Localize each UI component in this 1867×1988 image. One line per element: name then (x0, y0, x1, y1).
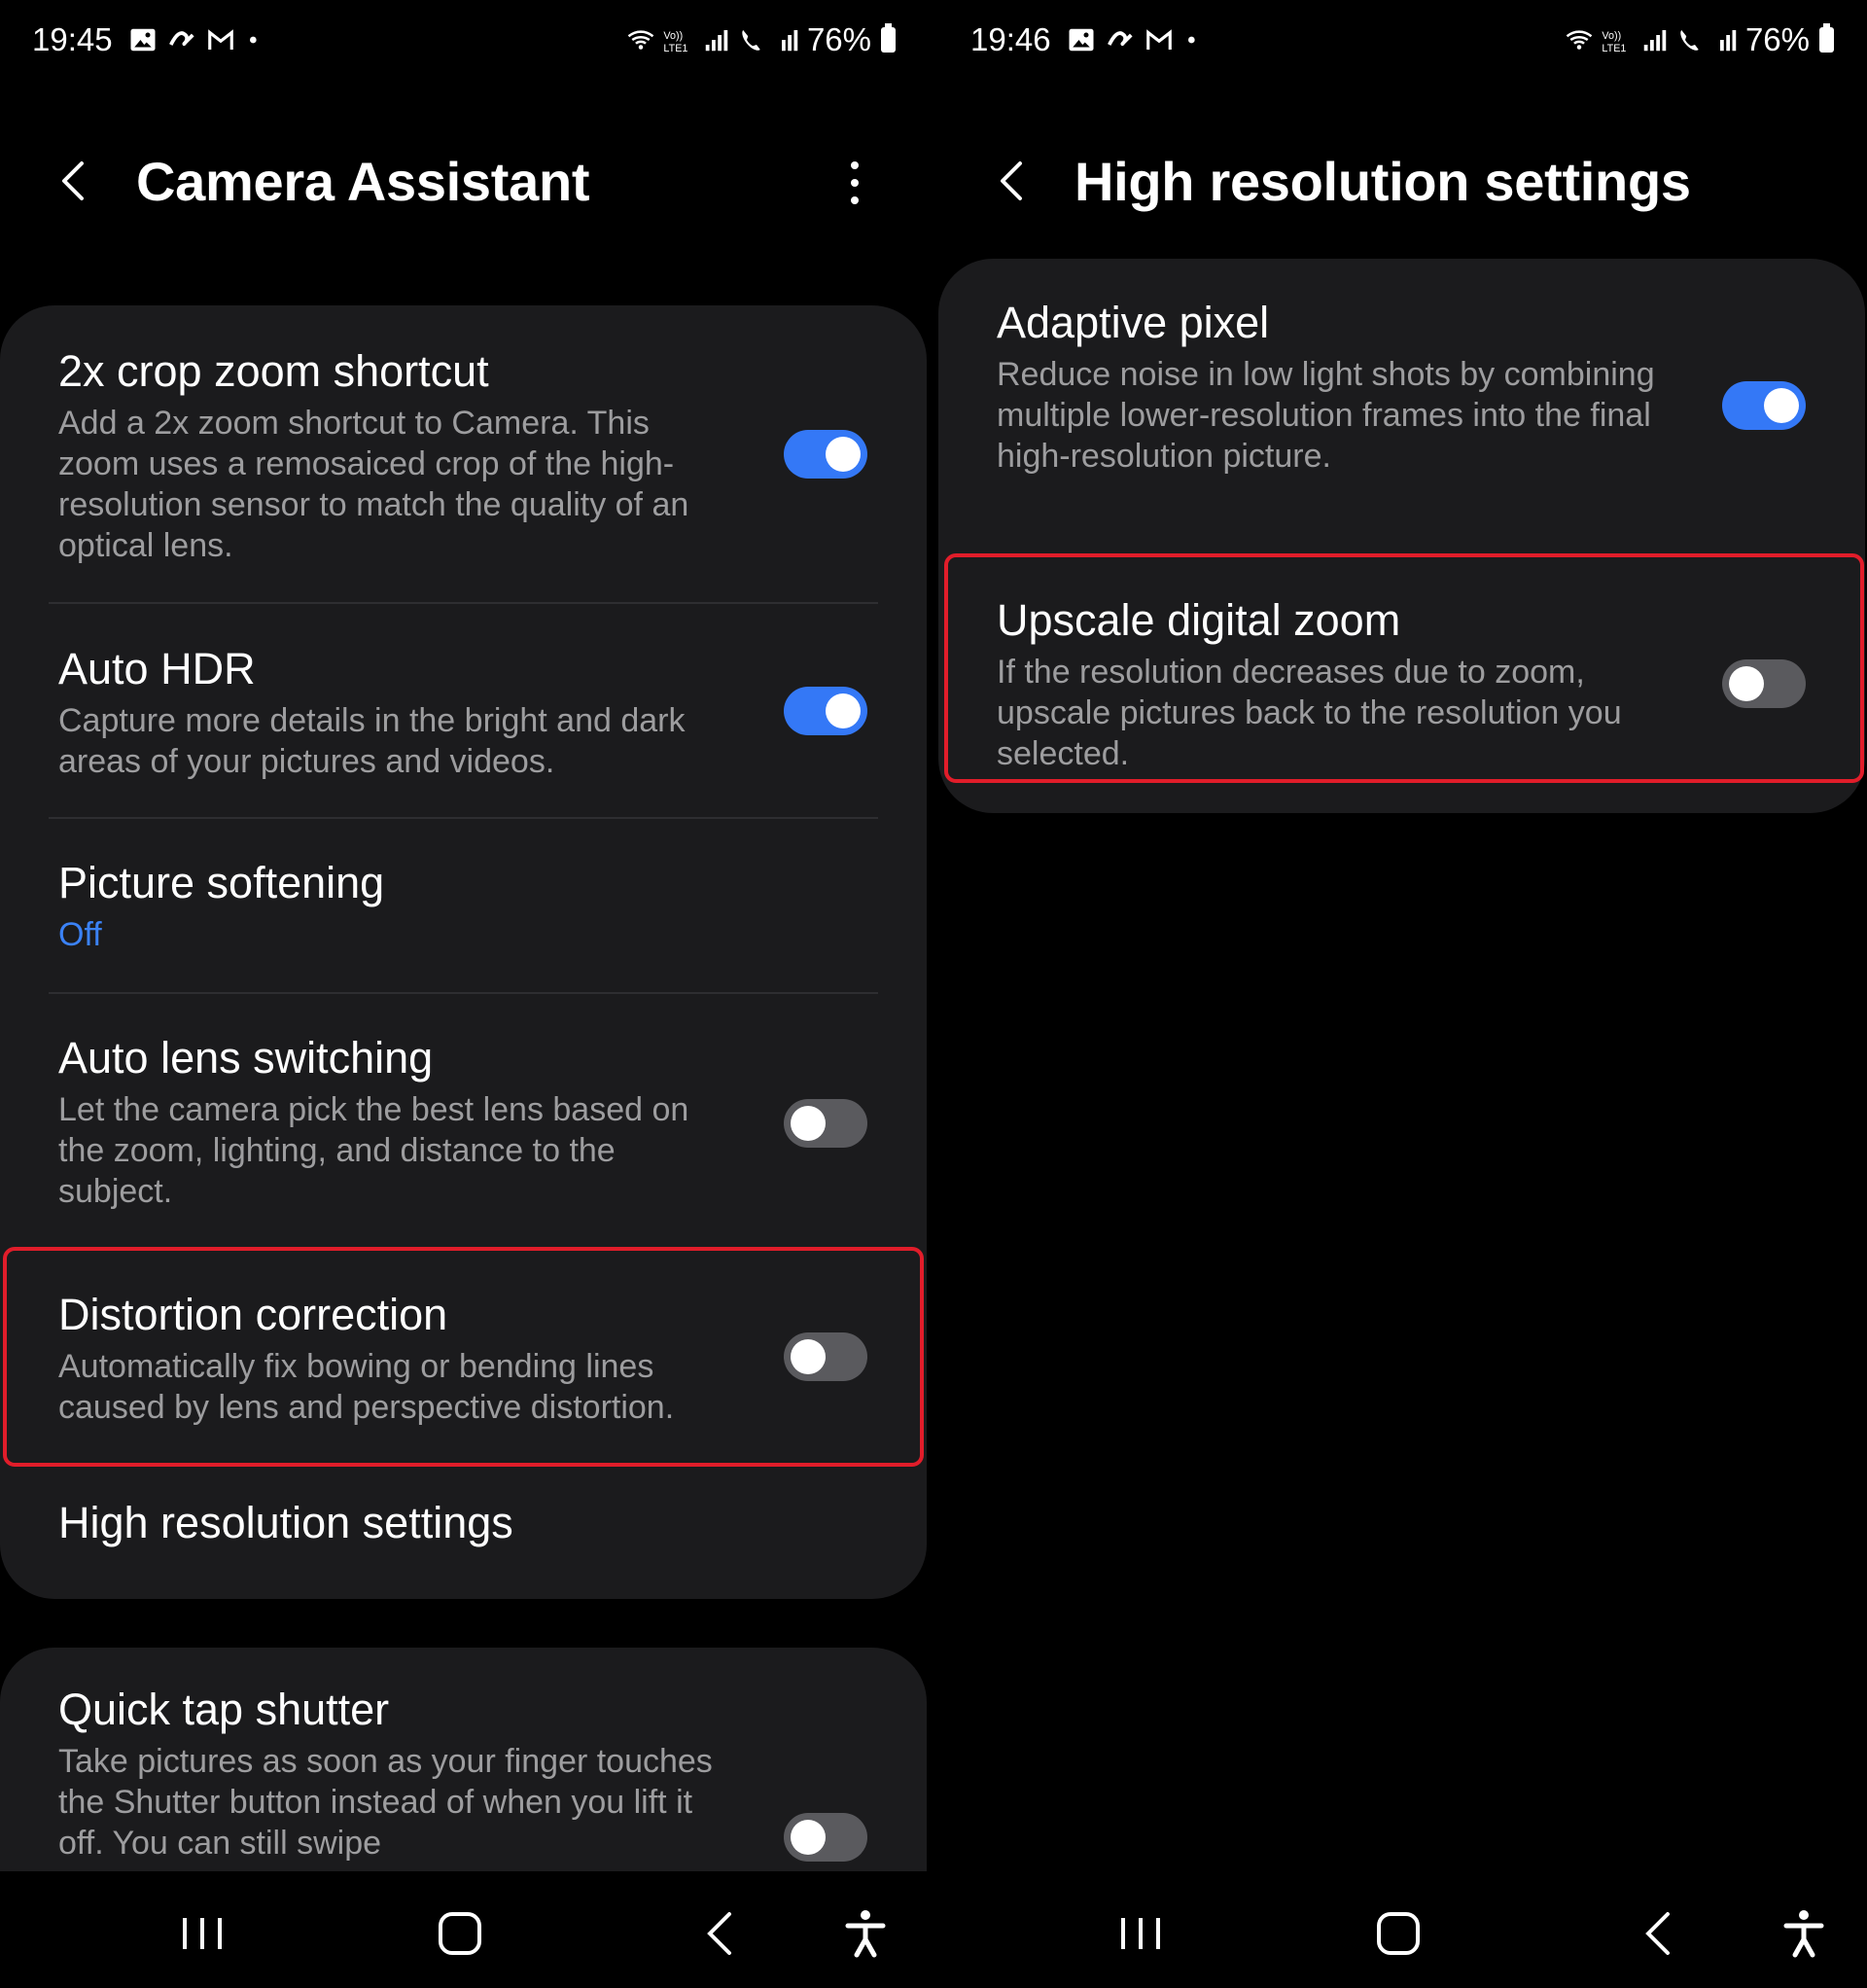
status-time: 19:45 (32, 21, 113, 57)
battery-percent: 76% (806, 21, 871, 57)
signal-icon (705, 30, 728, 52)
accessibility-icon[interactable] (1775, 1904, 1833, 1963)
app-notification-icon (1108, 31, 1133, 47)
home-icon[interactable] (431, 1904, 489, 1963)
signal-sim2-icon (1719, 30, 1737, 52)
accessibility-icon[interactable] (836, 1904, 895, 1963)
status-time: 19:46 (970, 21, 1051, 57)
setting-adaptive-pixel[interactable]: Adaptive pixel Reduce noise in low light… (938, 259, 1865, 552)
navigation-bar (0, 1871, 929, 1988)
toggle-switch[interactable] (784, 1332, 867, 1381)
setting-value: Off (58, 916, 102, 953)
dot-icon (1188, 36, 1195, 44)
setting-distortion-correction[interactable]: Distortion correction Automatically fix … (0, 1249, 927, 1463)
back-icon[interactable] (1631, 1904, 1689, 1963)
volte-icon: Vo))LTE1 (663, 30, 687, 54)
home-icon[interactable] (1369, 1904, 1427, 1963)
left-screen: 19:45 Vo)) LTE1 76% Camera Assistant 2x c… (0, 0, 929, 1988)
toggle-switch[interactable] (784, 687, 867, 735)
setting-2x-crop-zoom[interactable]: 2x crop zoom shortcut Add a 2x zoom shor… (0, 305, 927, 599)
back-icon[interactable] (692, 1904, 751, 1963)
gallery-icon (130, 28, 156, 52)
wifi-calling-icon (742, 30, 760, 51)
setting-picture-softening[interactable]: Picture softening Off (0, 819, 927, 994)
battery-icon (1819, 23, 1834, 53)
battery-percent: 76% (1744, 21, 1810, 57)
wifi-calling-icon (1680, 30, 1699, 51)
setting-description: Add a 2x zoom shortcut to Camera. This z… (58, 405, 689, 564)
navigation-bar (938, 1871, 1867, 1988)
wifi-icon (627, 30, 654, 50)
setting-auto-lens-switching[interactable]: Auto lens switching Let the camera pick … (0, 994, 927, 1249)
recents-icon[interactable] (173, 1904, 231, 1963)
setting-description: If the resolution decreases due to zoom,… (997, 654, 1622, 772)
status-bar: 19:45 Vo)) LTE1 76% (0, 0, 929, 82)
signal-sim2-icon (781, 30, 798, 52)
toggle-switch[interactable] (1722, 381, 1806, 430)
setting-title: Distortion correction (58, 1290, 448, 1339)
battery-icon (881, 23, 896, 53)
setting-description: Let the camera pick the best lens based … (58, 1091, 689, 1210)
toggle-switch[interactable] (784, 1099, 867, 1148)
app-notification-icon (169, 31, 194, 47)
volte-icon: Vo))LTE1 (1602, 30, 1626, 54)
toggle-switch[interactable] (784, 1813, 867, 1862)
back-arrow-icon[interactable] (47, 152, 105, 210)
setting-title: Auto HDR (58, 644, 256, 693)
toggle-switch[interactable] (1722, 659, 1806, 708)
right-screen: 19:46 Vo)) LTE1 76% High resolution setti… (938, 0, 1867, 1988)
svg-text:Vo)): Vo)) (1602, 30, 1621, 42)
setting-title: 2x crop zoom shortcut (58, 346, 489, 396)
setting-title: Auto lens switching (58, 1033, 434, 1083)
setting-title: Adaptive pixel (997, 298, 1270, 347)
page-title: High resolution settings (1074, 151, 1691, 212)
setting-auto-hdr[interactable]: Auto HDR Capture more details in the bri… (0, 605, 927, 819)
setting-description: Reduce noise in low light shots by combi… (997, 356, 1655, 475)
setting-upscale-digital-zoom[interactable]: Upscale digital zoom If the resolution d… (938, 556, 1865, 813)
svg-text:LTE1: LTE1 (1602, 43, 1626, 54)
gallery-icon (1069, 28, 1094, 52)
header: High resolution settings (938, 136, 1867, 230)
divider (49, 602, 878, 604)
setting-description: Capture more details in the bright and d… (58, 702, 686, 780)
recents-icon[interactable] (1111, 1904, 1170, 1963)
header: Camera Assistant (0, 136, 929, 230)
more-vertical-icon[interactable] (843, 154, 866, 212)
back-arrow-icon[interactable] (985, 152, 1043, 210)
toggle-switch[interactable] (784, 430, 867, 479)
wifi-icon (1566, 30, 1593, 50)
gmail-icon (208, 29, 233, 50)
dot-icon (250, 36, 257, 44)
page-title: Camera Assistant (136, 151, 590, 212)
setting-title: Upscale digital zoom (997, 595, 1401, 645)
svg-text:LTE1: LTE1 (663, 43, 687, 54)
setting-description: Take pictures as soon as your finger tou… (58, 1743, 713, 1862)
setting-title: Picture softening (58, 858, 385, 907)
setting-description: Automatically fix bowing or bending line… (58, 1348, 675, 1426)
setting-high-resolution[interactable]: High resolution settings (0, 1463, 927, 1599)
signal-icon (1643, 30, 1667, 52)
status-bar: 19:46 Vo)) LTE1 76% (938, 0, 1867, 82)
settings-card: 2x crop zoom shortcut Add a 2x zoom shor… (0, 305, 927, 1599)
setting-title: Quick tap shutter (58, 1685, 390, 1734)
settings-card: Adaptive pixel Reduce noise in low light… (938, 259, 1865, 813)
gmail-icon (1146, 29, 1172, 50)
svg-text:Vo)): Vo)) (663, 30, 683, 42)
setting-title: High resolution settings (58, 1498, 513, 1547)
